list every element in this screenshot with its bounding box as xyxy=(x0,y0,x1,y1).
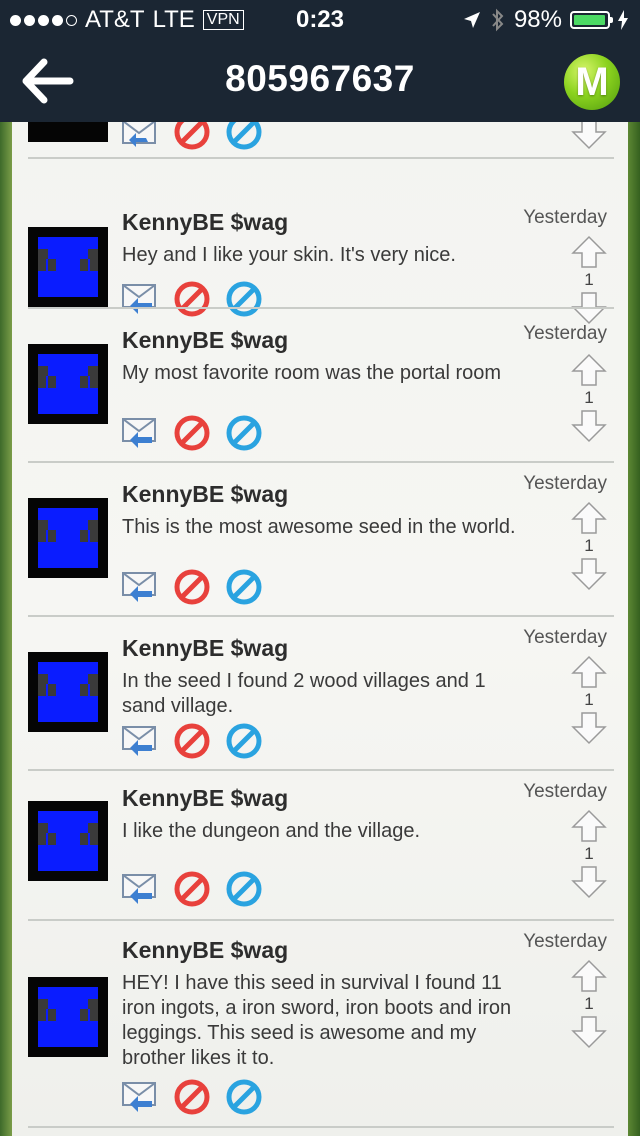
battery-percent: 98% xyxy=(513,6,562,33)
comment-date: Yesterday xyxy=(523,323,607,344)
app-logo-button[interactable]: M xyxy=(564,54,620,110)
upvote-icon[interactable] xyxy=(570,809,608,843)
ignore-icon[interactable] xyxy=(226,569,262,605)
nav-bar: 805967637 M xyxy=(0,40,640,122)
block-icon[interactable] xyxy=(174,281,210,317)
vote-count: 1 xyxy=(584,844,594,863)
avatar[interactable] xyxy=(28,977,108,1057)
comment-actions xyxy=(122,569,262,605)
comment-date: Yesterday xyxy=(523,627,607,648)
bluetooth-icon xyxy=(492,8,504,32)
comment-author[interactable]: KennyBE $wag xyxy=(122,785,288,812)
reply-icon[interactable] xyxy=(122,281,158,317)
vote-count: 1 xyxy=(584,690,594,709)
downvote-icon[interactable] xyxy=(570,557,608,591)
reply-icon[interactable] xyxy=(122,723,158,759)
comment-text: I like the dungeon and the village. xyxy=(122,820,420,842)
comment-text: Hey and I like your skin. It's very nice… xyxy=(122,244,456,266)
vote-controls: 1 xyxy=(564,501,614,591)
vote-count: 1 xyxy=(584,270,594,289)
vote-controls: 1 xyxy=(564,655,614,745)
upvote-icon[interactable] xyxy=(570,959,608,993)
comment-author[interactable]: KennyBE $wag xyxy=(122,327,288,354)
vote-controls: 1 xyxy=(564,959,614,1049)
upvote-icon[interactable] xyxy=(570,655,608,689)
divider xyxy=(28,307,614,309)
comment-date: Yesterday xyxy=(523,473,607,494)
upvote-icon[interactable] xyxy=(570,235,608,269)
ignore-icon[interactable] xyxy=(226,281,262,317)
page-title: 805967637 xyxy=(225,58,415,99)
charging-icon xyxy=(618,10,628,30)
comment-list[interactable]: KennyBE $wag Hey and I like your skin. I… xyxy=(12,122,628,1136)
location-icon xyxy=(463,12,480,28)
avatar[interactable] xyxy=(28,344,108,424)
downvote-icon[interactable] xyxy=(570,711,608,745)
vote-count: 1 xyxy=(584,388,594,407)
vote-controls: 1 xyxy=(564,235,614,325)
reply-icon[interactable] xyxy=(122,1079,158,1115)
ignore-icon[interactable] xyxy=(226,871,262,907)
comment-actions xyxy=(122,415,262,451)
comment-text: This is the most awesome seed in the wor… xyxy=(122,516,516,538)
comment-author[interactable]: KennyBE $wag xyxy=(122,635,288,662)
avatar[interactable] xyxy=(28,652,108,732)
reply-icon[interactable] xyxy=(122,871,158,907)
divider xyxy=(28,1126,614,1128)
reply-icon[interactable] xyxy=(122,569,158,605)
reply-icon[interactable] xyxy=(122,122,158,150)
status-bar: AT&T LTE VPN 0:23 98% xyxy=(0,0,640,40)
divider xyxy=(28,919,614,921)
comment-actions xyxy=(122,281,262,317)
block-icon[interactable] xyxy=(174,723,210,759)
divider xyxy=(28,157,614,159)
downvote-icon[interactable] xyxy=(570,865,608,899)
comment-text: In the seed I found 2 wood villages and … xyxy=(122,670,486,717)
ignore-icon[interactable] xyxy=(226,1079,262,1115)
comment-actions xyxy=(122,122,262,150)
divider xyxy=(28,769,614,771)
comment-text: My most favorite room was the portal roo… xyxy=(122,362,502,384)
vote-controls: 1 xyxy=(564,353,614,443)
block-icon[interactable] xyxy=(174,1079,210,1115)
avatar[interactable] xyxy=(28,498,108,578)
comment-author[interactable]: KennyBE $wag xyxy=(122,209,288,236)
comment-text: HEY! I have this seed in survival I foun… xyxy=(122,972,512,1069)
battery-icon xyxy=(570,11,613,29)
comment-actions xyxy=(122,1079,262,1115)
ignore-icon[interactable] xyxy=(226,122,262,150)
reply-icon[interactable] xyxy=(122,415,158,451)
divider xyxy=(28,461,614,463)
block-icon[interactable] xyxy=(174,415,210,451)
vote-controls: 1 xyxy=(564,809,614,899)
vote-count: 1 xyxy=(584,536,594,555)
downvote-icon[interactable] xyxy=(570,1015,608,1049)
comment-date: Yesterday xyxy=(523,931,607,952)
comment-date: Yesterday xyxy=(523,781,607,802)
avatar xyxy=(28,122,108,142)
divider xyxy=(28,615,614,617)
status-right: 98% xyxy=(462,6,628,34)
block-icon[interactable] xyxy=(174,569,210,605)
ignore-icon[interactable] xyxy=(226,723,262,759)
upvote-icon[interactable] xyxy=(570,501,608,535)
vote-count: 1 xyxy=(584,994,594,1013)
comment-date: Yesterday xyxy=(523,207,607,228)
block-icon[interactable] xyxy=(174,871,210,907)
downvote-icon[interactable] xyxy=(570,409,608,443)
ignore-icon[interactable] xyxy=(226,415,262,451)
comment-actions xyxy=(122,723,262,759)
vote-controls xyxy=(564,122,614,150)
avatar[interactable] xyxy=(28,227,108,307)
block-icon[interactable] xyxy=(174,122,210,150)
avatar[interactable] xyxy=(28,801,108,881)
downvote-icon[interactable] xyxy=(570,122,608,150)
comment-author[interactable]: KennyBE $wag xyxy=(122,481,288,508)
upvote-icon[interactable] xyxy=(570,353,608,387)
comment-author[interactable]: KennyBE $wag xyxy=(122,937,288,964)
comment-actions xyxy=(122,871,262,907)
previous-item-partial xyxy=(12,122,628,158)
